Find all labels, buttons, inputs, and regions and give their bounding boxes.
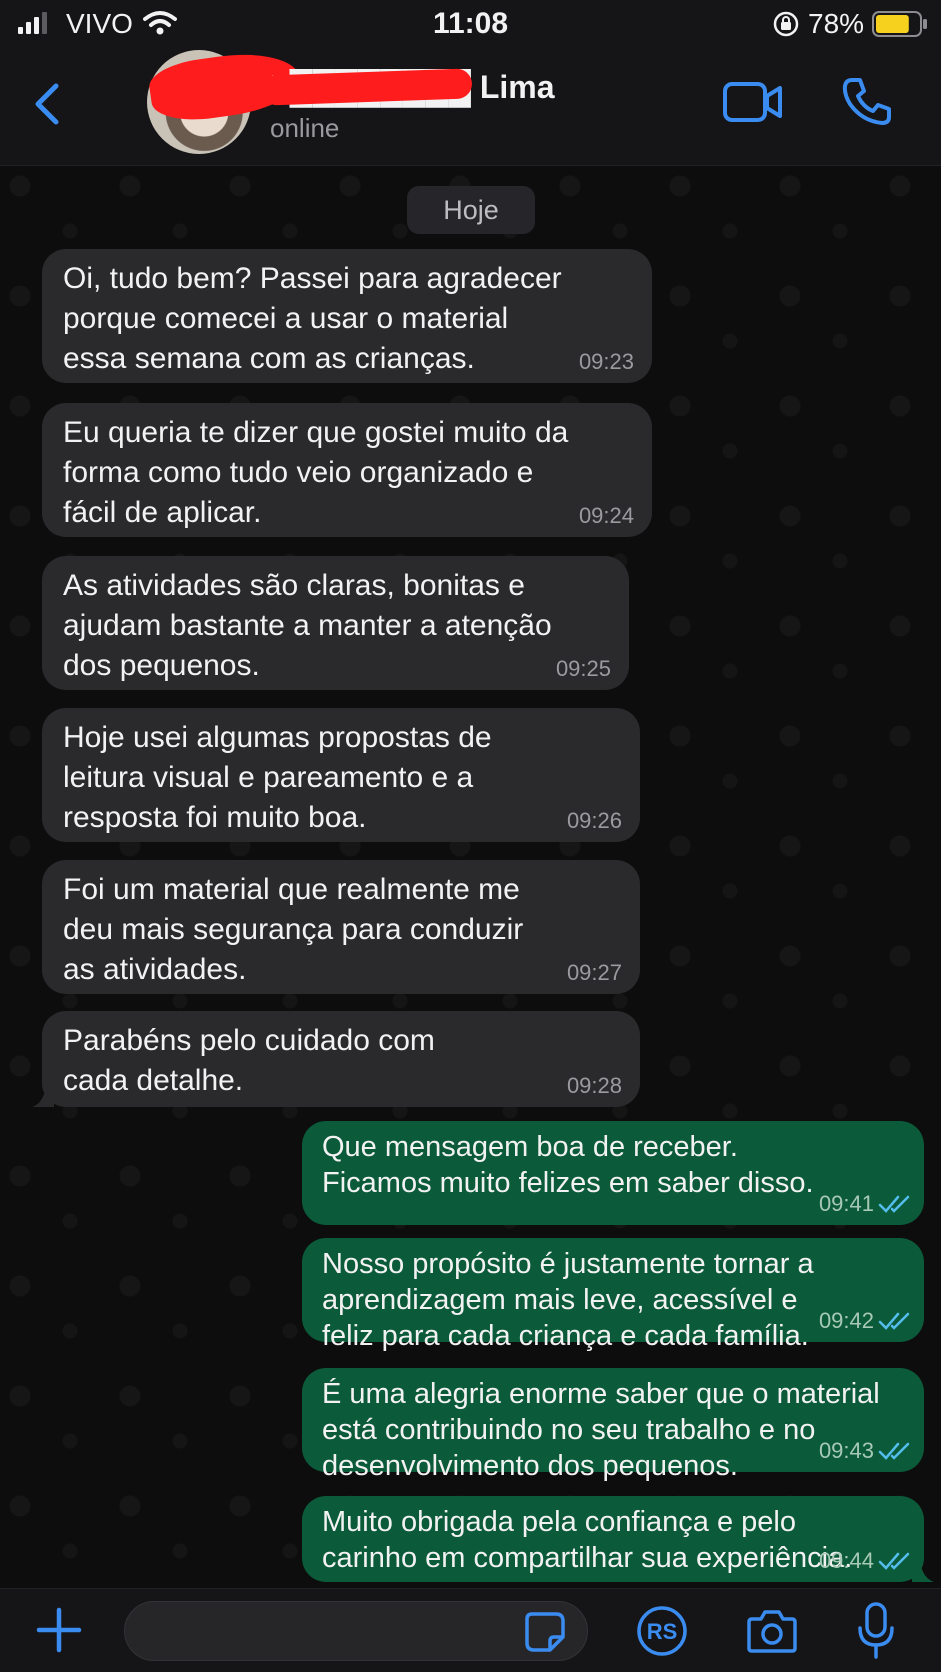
double-check-icon — [878, 1312, 910, 1330]
chat-area[interactable]: Hoje Oi, tudo bem? Passei para agradecer… — [0, 166, 941, 1588]
date-separator: Hoje — [407, 186, 535, 234]
battery-percent: 78% — [808, 8, 865, 39]
video-call-icon[interactable] — [722, 78, 784, 126]
bubble-tail — [32, 1085, 54, 1107]
message-bubble-incoming[interactable]: Parabéns pelo cuidado com cada detalhe. … — [32, 1011, 640, 1107]
double-check-icon — [878, 1552, 910, 1570]
message-bubble-incoming[interactable]: Hoje usei algumas propostas de leitura v… — [42, 708, 640, 842]
chat-header: F████████ Lima online — [0, 45, 941, 166]
input-bar: RS — [0, 1588, 941, 1672]
message-time: 09:28 — [566, 1073, 622, 1098]
message-text: É uma alegria enorme saber que o materia… — [322, 1378, 880, 1482]
status-bar: VIVO 11:08 78% — [0, 0, 941, 50]
battery-icon — [872, 11, 927, 37]
double-check-icon — [878, 1442, 910, 1460]
message-text: Foi um material que realmente me deu mai… — [63, 873, 524, 986]
contact-status: online — [270, 113, 340, 143]
message-bubble-incoming[interactable]: Oi, tudo bem? Passei para agradecer porq… — [42, 249, 652, 383]
message-bubble-outgoing[interactable]: Nosso propósito é justamente tornar a ap… — [302, 1238, 924, 1352]
message-time: 09:25 — [555, 656, 611, 681]
chevron-left-icon[interactable] — [28, 80, 68, 128]
message-time: 09:43 — [818, 1438, 874, 1463]
message-text: Parabéns pelo cuidado com cada detalhe. — [63, 1024, 435, 1097]
camera-icon[interactable] — [746, 1607, 798, 1655]
message-text: Muito obrigada pela confiança e pelo car… — [322, 1506, 853, 1574]
rs-app-icon[interactable]: RS — [636, 1605, 688, 1657]
message-bubble-outgoing[interactable]: Que mensagem boa de receber. Ficamos mui… — [302, 1121, 924, 1225]
message-bubble-outgoing[interactable]: É uma alegria enorme saber que o materia… — [302, 1368, 924, 1482]
plus-icon[interactable] — [36, 1607, 82, 1653]
message-text: Nosso propósito é justamente tornar a ap… — [322, 1248, 814, 1352]
message-time: 09:27 — [566, 960, 622, 985]
message-text: Oi, tudo bem? Passei para agradecer porq… — [63, 262, 562, 375]
message-time: 09:42 — [818, 1308, 874, 1333]
message-bubble-outgoing[interactable]: Muito obrigada pela confiança e pelo car… — [302, 1496, 934, 1582]
message-time: 09:44 — [818, 1548, 874, 1573]
message-text: As atividades são claras, bonitas e ajud… — [63, 569, 552, 682]
message-time: 09:23 — [578, 349, 634, 374]
message-text: Hoje usei algumas propostas de leitura v… — [63, 721, 492, 834]
rotation-lock-icon — [773, 11, 799, 37]
rs-label: RS — [647, 1619, 678, 1644]
message-text: Que mensagem boa de receber. Ficamos mui… — [322, 1131, 814, 1199]
message-bubble-incoming[interactable]: As atividades são claras, bonitas e ajud… — [42, 556, 629, 690]
message-time: 09:41 — [818, 1191, 874, 1216]
message-text: Eu queria te dizer que gostei muito da f… — [63, 416, 569, 529]
voice-call-icon[interactable] — [840, 74, 894, 128]
microphone-icon[interactable] — [856, 1601, 896, 1661]
sticker-icon[interactable] — [524, 1611, 566, 1653]
double-check-icon — [878, 1195, 910, 1213]
message-time: 09:24 — [578, 503, 634, 528]
message-bubble-incoming[interactable]: Foi um material que realmente me deu mai… — [42, 860, 640, 994]
message-input[interactable] — [124, 1601, 588, 1661]
message-time: 09:26 — [566, 808, 622, 833]
bubble-tail — [912, 1560, 934, 1582]
message-bubble-incoming[interactable]: Eu queria te dizer que gostei muito da f… — [42, 403, 652, 537]
